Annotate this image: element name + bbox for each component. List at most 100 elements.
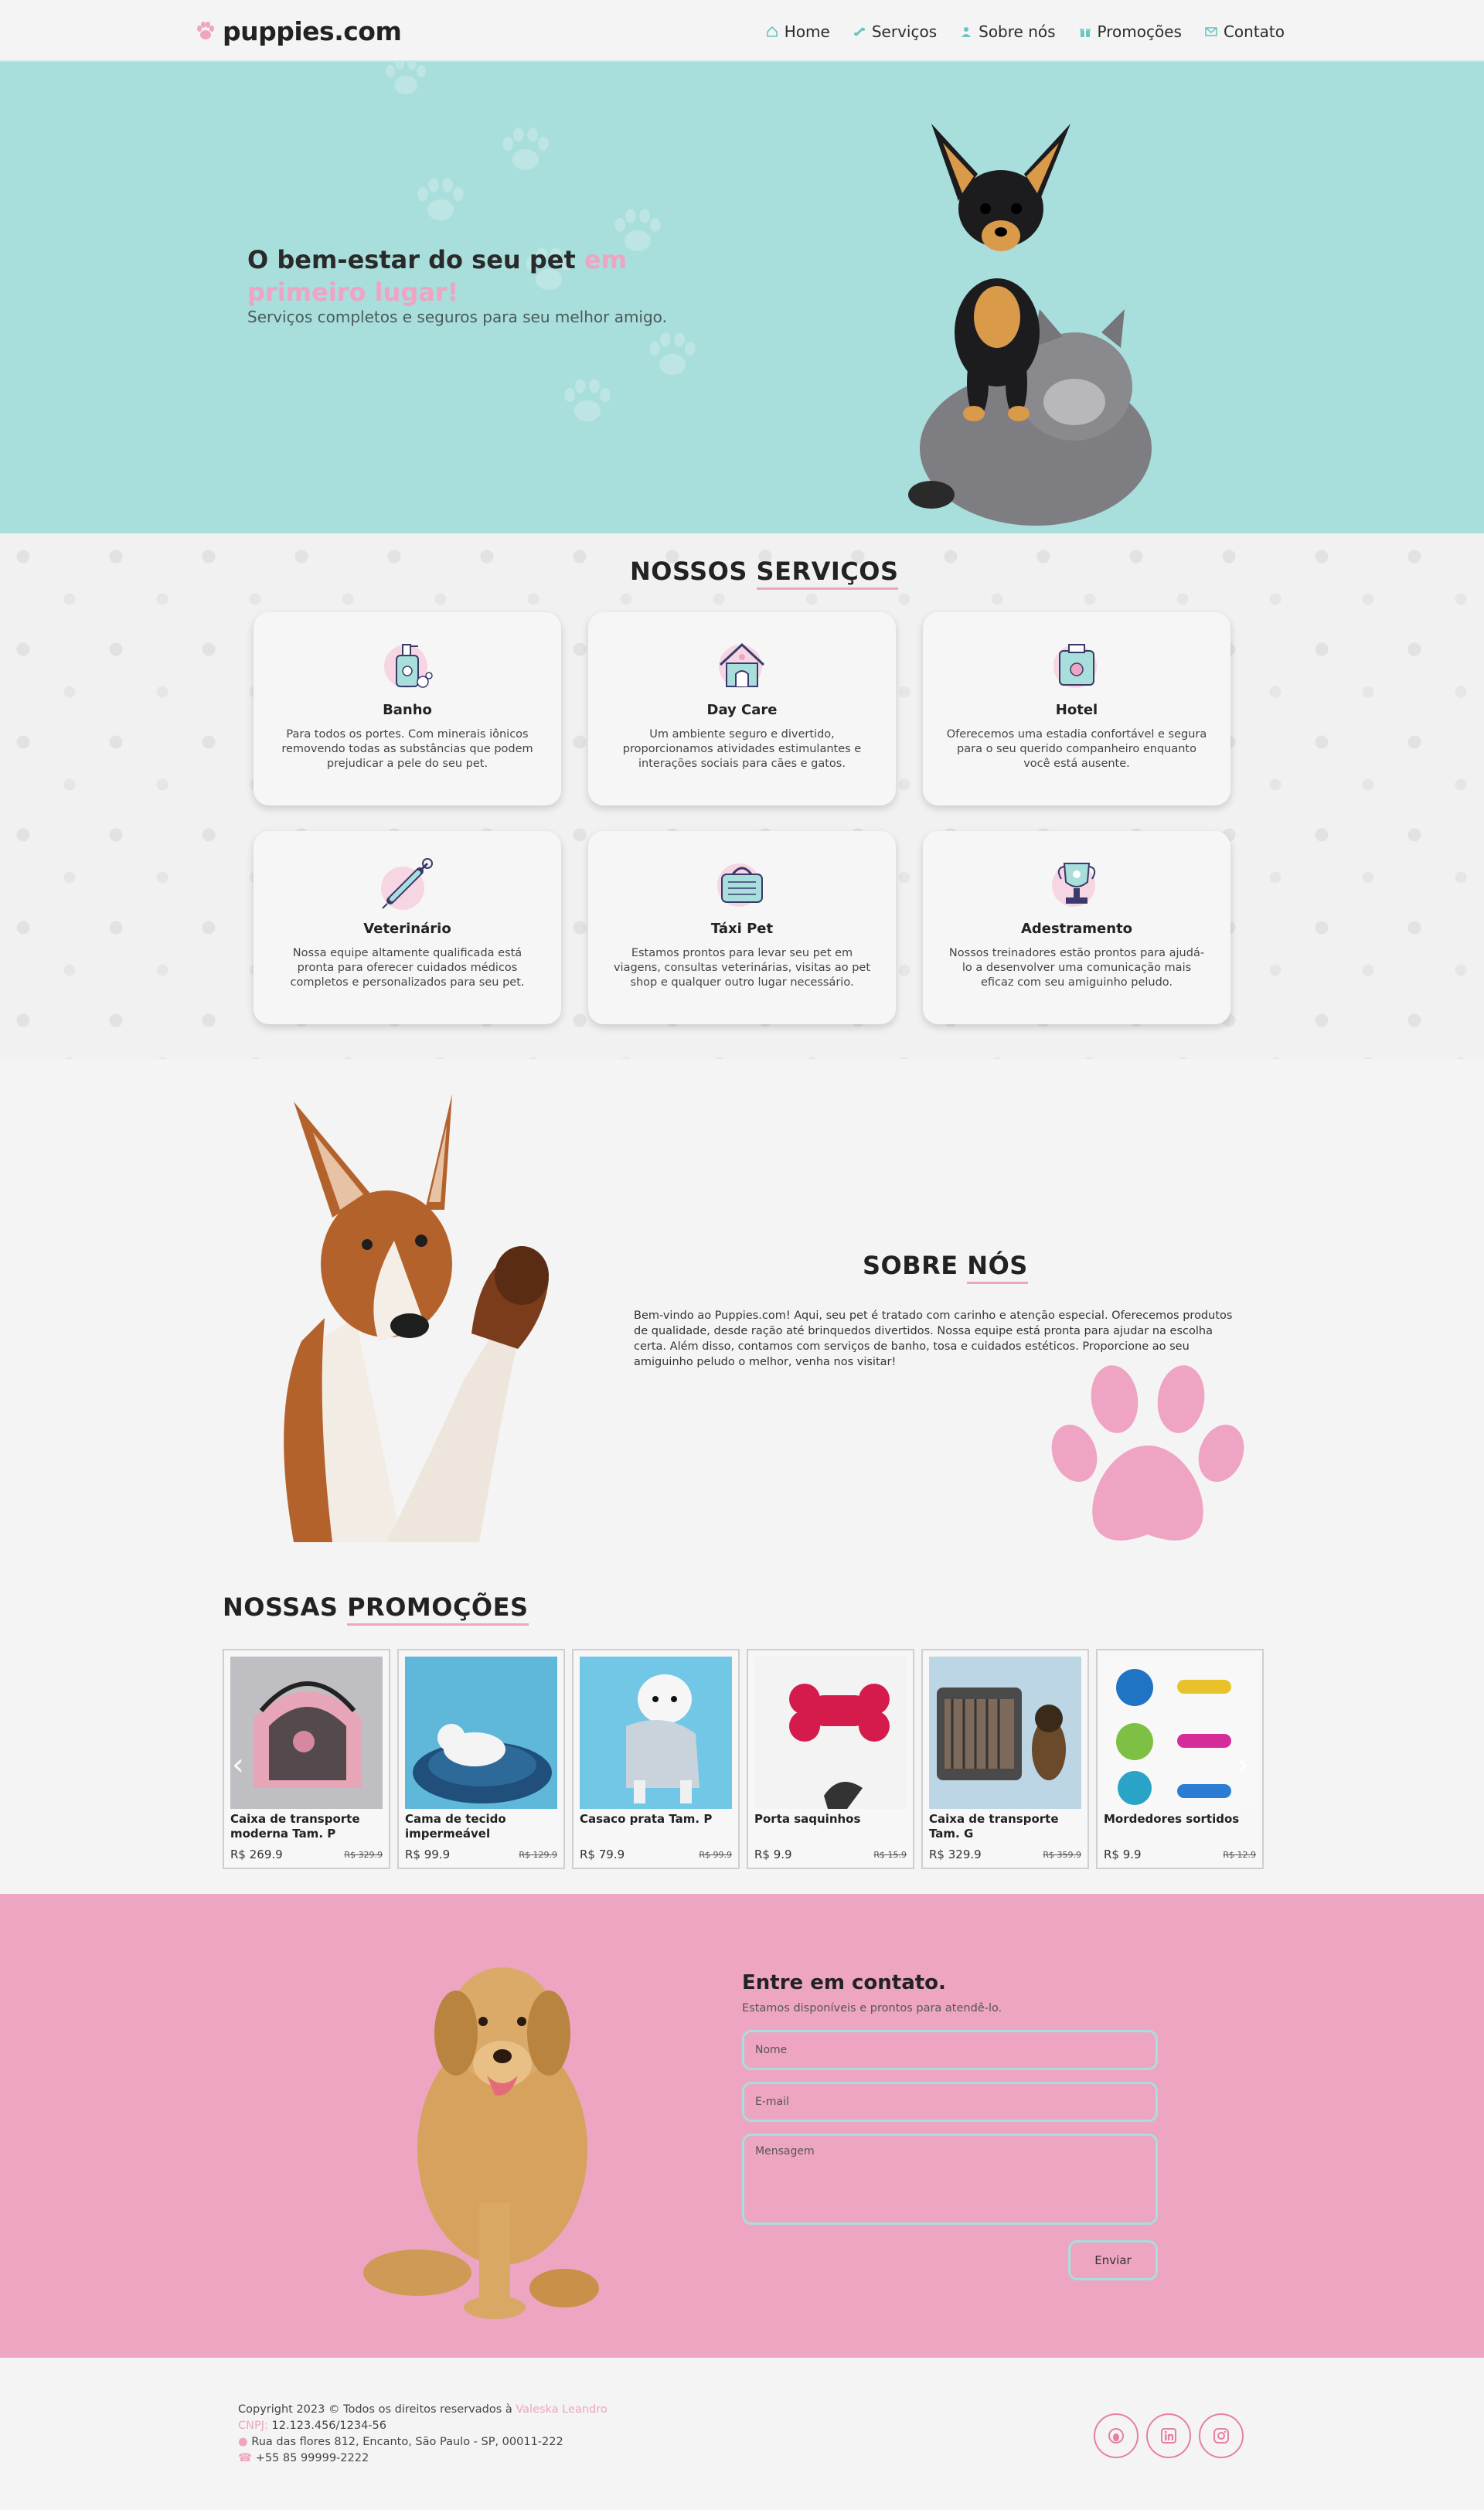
service-card-taxi-pet[interactable]: Táxi Pet Estamos prontos para levar seu …: [588, 831, 896, 1024]
paw-decoration-icon: [649, 332, 696, 376]
footer: Copyright 2023 © Todos os direitos reser…: [0, 2358, 1484, 2510]
promo-name: Porta saquinhos: [754, 1812, 861, 1826]
nav-about-link[interactable]: Sobre nós: [960, 17, 1056, 46]
pink-pet-carrier-image: [230, 1657, 383, 1809]
address-text: Rua das flores 812, Encanto, São Paulo -…: [251, 2436, 563, 2448]
name-field[interactable]: [742, 2030, 1158, 2070]
cnpj-value: 12.123.456/1234-56: [271, 2420, 387, 2432]
home-icon: [766, 26, 778, 37]
service-title: Táxi Pet: [710, 921, 774, 937]
brand-logo[interactable]: puppies.com: [195, 14, 402, 48]
nav-promos-link[interactable]: Promoções: [1079, 17, 1182, 46]
contact-title: Entre em contato.: [742, 1971, 946, 1994]
services-title-a: NOSSOS: [630, 557, 757, 586]
nav-contact-link[interactable]: Contato: [1205, 17, 1285, 46]
author-link[interactable]: Valeska Leandro: [516, 2403, 607, 2416]
gift-icon: [1079, 29, 1091, 37]
nav-services-label: Serviços: [871, 22, 938, 41]
linkedin-icon: [1161, 2428, 1176, 2444]
footer-cnpj-line: CNPJ: 12.123.456/1234-56: [238, 2418, 608, 2434]
service-card-banho[interactable]: Banho Para todos os portes. Com minerais…: [254, 612, 561, 805]
services-title-b: SERVIÇOS: [756, 557, 899, 590]
nav-home-link[interactable]: Home: [766, 17, 830, 46]
contact-subtitle: Estamos disponíveis e prontos para atend…: [742, 2002, 1002, 2014]
location-pin-icon: ●: [238, 2436, 248, 2448]
about-title: SOBRE NÓS: [863, 1251, 1028, 1284]
silver-coat-image: [580, 1657, 732, 1809]
chihuahua-and-cat-image: [908, 124, 1152, 526]
about-title-b: NÓS: [967, 1251, 1028, 1284]
chew-toys-image: [1104, 1657, 1256, 1809]
promo-price: R$ 9.9: [1104, 1848, 1142, 1861]
copyright-text: Copyright 2023 © Todos os direitos reser…: [238, 2403, 516, 2416]
promo-name: Casaco prata Tam. P: [580, 1812, 713, 1826]
email-field[interactable]: [742, 2082, 1158, 2122]
promo-card[interactable]: Cama de tecido impermeável R$ 99.9 R$ 12…: [397, 1649, 565, 1869]
paw-decoration-icon: [386, 62, 426, 94]
instagram-icon: [1213, 2428, 1229, 2444]
trophy-icon: [1052, 863, 1096, 907]
services-grid: Banho Para todos os portes. Com minerais…: [254, 612, 1230, 1024]
promo-card[interactable]: Porta saquinhos R$ 9.9 R$ 15.9: [747, 1649, 914, 1869]
promo-price: R$ 329.9: [929, 1848, 982, 1861]
service-card-veterinario[interactable]: Veterinário Nossa equipe altamente quali…: [254, 831, 561, 1024]
service-description: Para todos os portes. Com minerais iônic…: [281, 728, 533, 770]
promo-card[interactable]: Caixa de transporte Tam. G R$ 329.9 R$ 3…: [921, 1649, 1089, 1869]
promos-title-a: NOSSAS: [223, 1592, 348, 1622]
footer-address-line: ● Rua das flores 812, Encanto, São Paulo…: [238, 2434, 608, 2450]
nav-links: Home Serviços Sobre nós Promoções Contat…: [766, 17, 1285, 46]
service-description: Nossos treinadores estão prontos para aj…: [948, 947, 1205, 989]
service-card-hotel[interactable]: Hotel Oferecemos uma estadia confortável…: [923, 612, 1230, 805]
carousel-next-icon[interactable]: ›: [1237, 1747, 1249, 1783]
paw-logo-icon: [197, 22, 214, 39]
service-description: Nossa equipe altamente qualificada está …: [290, 947, 525, 989]
carousel-prev-icon[interactable]: ‹: [232, 1747, 244, 1783]
linkedin-link[interactable]: [1146, 2413, 1191, 2458]
service-description: Oferecemos uma estadia confortável e seg…: [946, 728, 1207, 770]
promo-price: R$ 79.9: [580, 1848, 625, 1861]
promo-price: R$ 9.9: [754, 1848, 792, 1861]
service-card-day-care[interactable]: Day Care Um ambiente seguro e divertido,…: [588, 612, 896, 805]
footer-copyright-line: Copyright 2023 © Todos os direitos reser…: [238, 2402, 608, 2418]
promo-name: Caixa de transporte moderna Tam. P: [230, 1812, 360, 1841]
pet-carrier-icon: [717, 863, 763, 907]
paw-decoration-icon: [502, 128, 549, 171]
pet-house-icon: [719, 642, 765, 688]
bag-holder-image: [754, 1657, 907, 1809]
promo-name: Caixa de transporte Tam. G: [929, 1812, 1059, 1841]
service-title: Adestramento: [1020, 921, 1133, 937]
large-pet-carrier-image: [929, 1657, 1081, 1809]
service-description: Estamos prontos para levar seu pet em vi…: [613, 947, 871, 989]
cnpj-label: CNPJ:: [238, 2420, 272, 2432]
github-link[interactable]: [1094, 2413, 1139, 2458]
service-card-adestramento[interactable]: Adestramento Nossos treinadores estão pr…: [923, 831, 1230, 1024]
message-field[interactable]: [742, 2134, 1158, 2225]
hero-title-main: O bem-estar do seu pet: [247, 245, 584, 274]
contact-section: Entre em contato. Estamos disponíveis e …: [0, 1894, 1484, 2358]
promo-card[interactable]: Casaco prata Tam. P R$ 79.9 R$ 99.9: [572, 1649, 740, 1869]
promo-old-price: R$ 129.9: [519, 1850, 557, 1860]
nav-home-label: Home: [784, 22, 830, 41]
footer-phone-line: ☎ +55 85 99999-2222: [238, 2450, 608, 2467]
nav-contact-label: Contato: [1223, 22, 1285, 41]
promo-price: R$ 269.9: [230, 1848, 283, 1861]
promo-price: R$ 99.9: [405, 1848, 451, 1861]
shampoo-icon: [384, 644, 433, 688]
hero-section: O bem-estar do seu pet em primeiro lugar…: [0, 62, 1484, 533]
basenji-dog-image: [284, 1094, 549, 1542]
instagram-link[interactable]: [1199, 2413, 1244, 2458]
service-title: Hotel: [1055, 702, 1098, 718]
phone-icon: ☎: [238, 2452, 253, 2464]
paw-print-icon: [1051, 1365, 1244, 1541]
brand-name: puppies.com: [223, 15, 402, 46]
service-description: Um ambiente seguro e divertido, proporci…: [622, 728, 862, 770]
promo-old-price: R$ 12.9: [1223, 1850, 1256, 1860]
send-button[interactable]: Enviar: [1068, 2240, 1158, 2280]
services-title: NOSSOS SERVIÇOS: [630, 557, 899, 590]
labrador-dog-image: [363, 1967, 599, 2319]
github-icon: [1108, 2428, 1124, 2444]
pet-hotel-icon: [1053, 644, 1097, 688]
promos-carousel: Caixa de transporte moderna Tam. P R$ 26…: [223, 1649, 1264, 1869]
nav-services-link[interactable]: Serviços: [853, 17, 937, 46]
promo-card[interactable]: Caixa de transporte moderna Tam. P R$ 26…: [223, 1649, 390, 1869]
